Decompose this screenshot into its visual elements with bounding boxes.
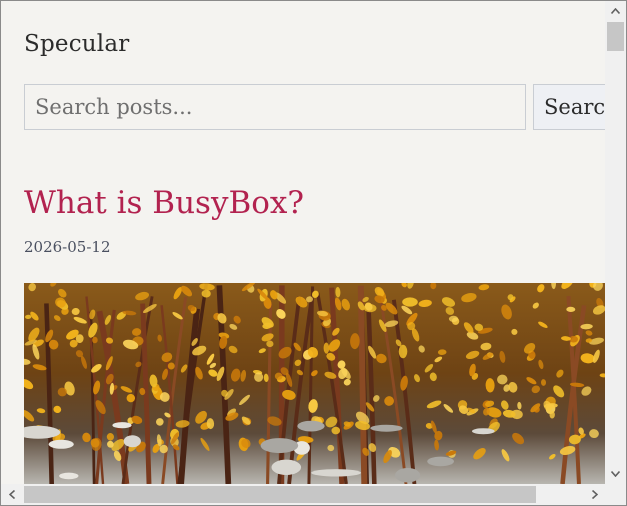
page-viewport: Specular Search What is BusyBox? 2026-05… — [1, 1, 605, 484]
vertical-scroll-thumb[interactable] — [607, 22, 624, 51]
scroll-up-arrow-icon[interactable] — [605, 1, 626, 21]
post-date: 2026-05-12 — [24, 238, 111, 256]
horizontal-scroll-thumb[interactable] — [24, 486, 536, 503]
site-title[interactable]: Specular — [24, 31, 129, 57]
scrollbar-corner — [605, 484, 626, 505]
scroll-down-arrow-icon[interactable] — [605, 464, 626, 484]
scroll-right-arrow-icon[interactable] — [584, 484, 605, 505]
browser-window: Specular Search What is BusyBox? 2026-05… — [0, 0, 627, 506]
search-input[interactable] — [24, 84, 526, 130]
vertical-scrollbar[interactable] — [605, 1, 626, 484]
post-image[interactable] — [24, 283, 605, 484]
search-button[interactable]: Search — [533, 84, 605, 130]
scroll-left-arrow-icon[interactable] — [1, 484, 22, 505]
horizontal-scrollbar[interactable] — [1, 484, 605, 505]
post-title-link[interactable]: What is BusyBox? — [24, 185, 304, 221]
